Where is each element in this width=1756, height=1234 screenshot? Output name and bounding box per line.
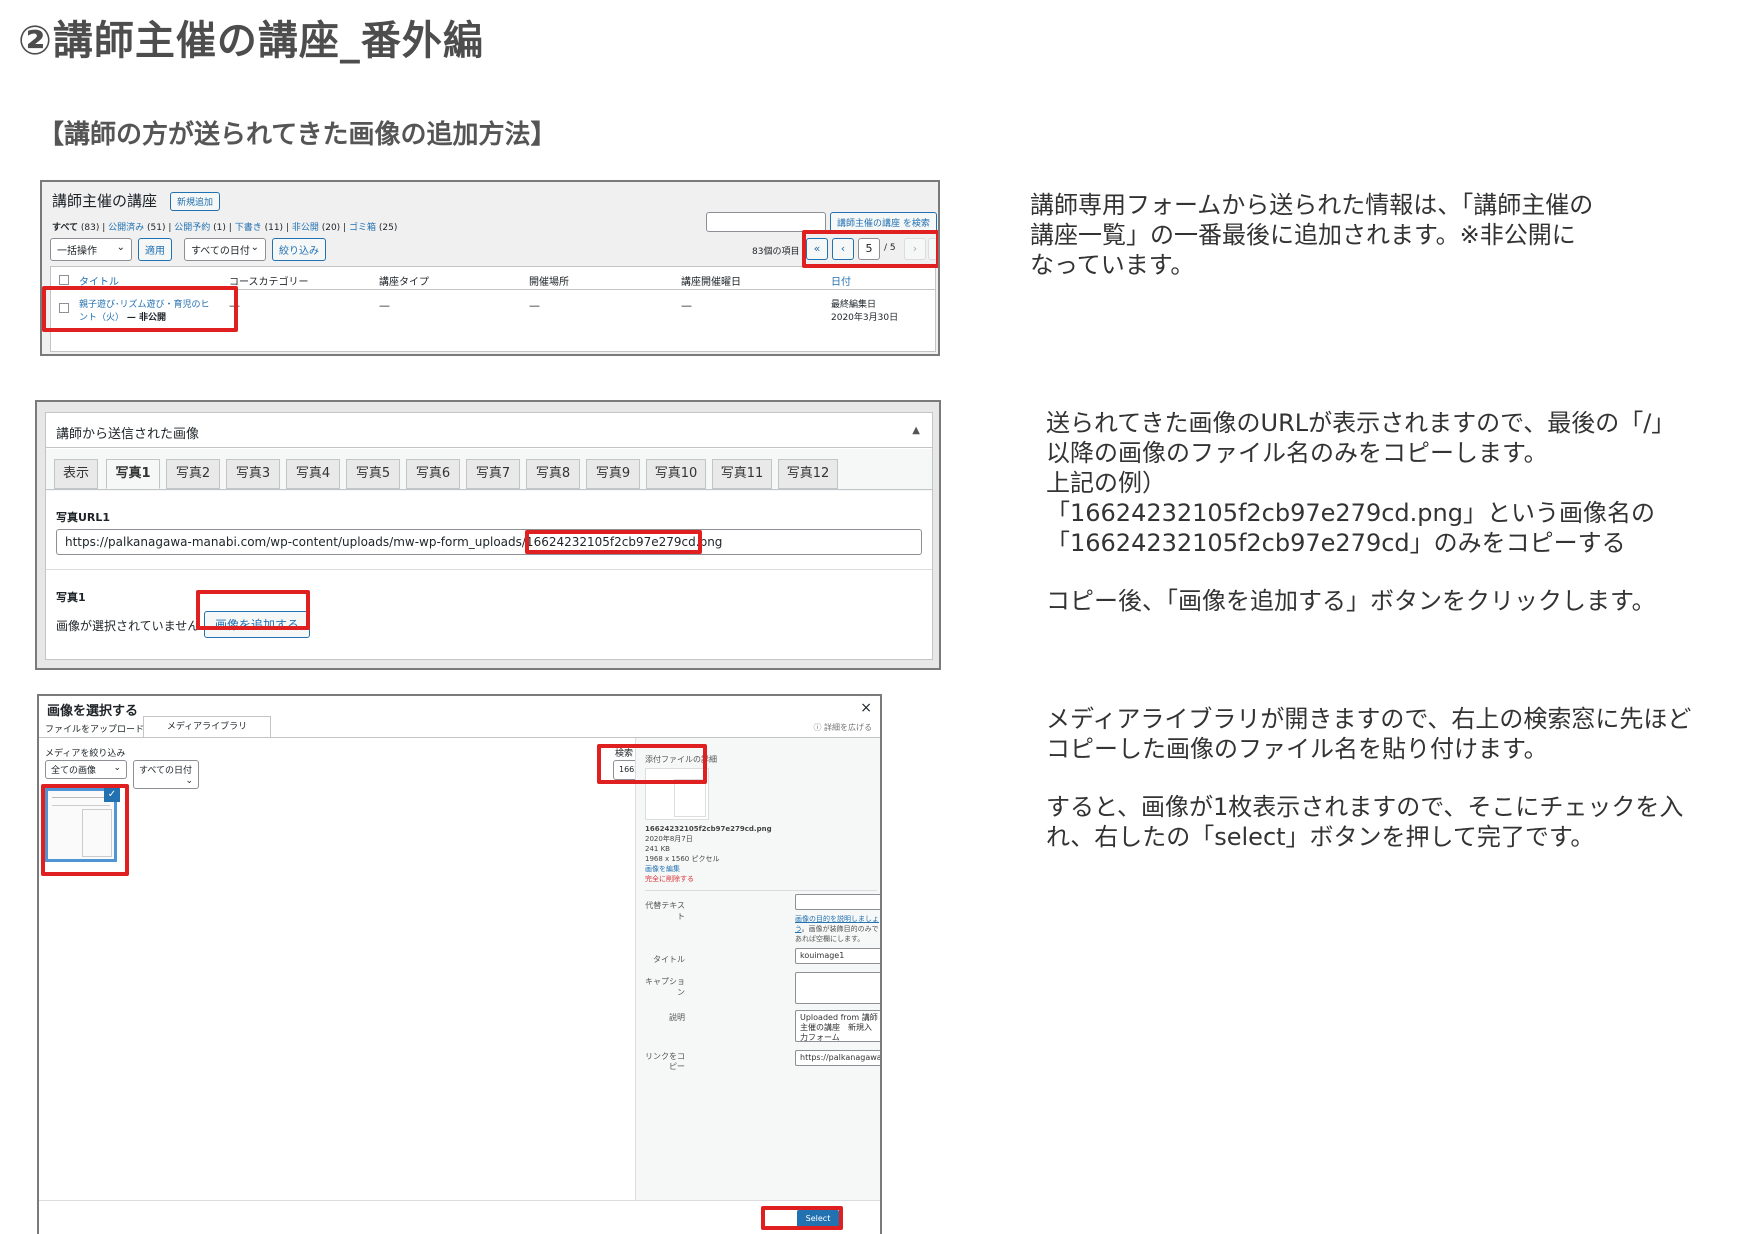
filter-scheduled[interactable]: 公開予約: [174, 223, 210, 233]
chevron-down-icon: ⌄: [185, 776, 193, 786]
copy-link-input[interactable]: https://palkanagawa-man: [795, 1050, 880, 1066]
step3-description: メディアライブラリが開きますので、右上の検索窓に先ほど コピーした画像のファイル…: [1046, 705, 1692, 851]
column-place: 開催場所: [529, 277, 569, 288]
add-new-button[interactable]: 新規追加: [170, 192, 221, 211]
filter-all[interactable]: すべて: [52, 223, 78, 233]
modal-title: 画像を選択する: [47, 704, 139, 719]
highlight-add-image: [196, 590, 310, 630]
title-input[interactable]: kouimage1: [795, 948, 880, 964]
select-all-checkbox[interactable]: [59, 275, 69, 285]
bulk-action-select[interactable]: 一括操作 ⌄: [50, 238, 132, 261]
tab-photo8[interactable]: 写真8: [526, 459, 580, 489]
tab-photo6[interactable]: 写真6: [406, 459, 460, 489]
metabox-panel: 講師から送信された画像 ▲ 表示 写真1 写真2 写真3 写真4 写真5 写真6…: [45, 412, 933, 660]
highlight-row-title: [42, 286, 238, 332]
caption-textarea[interactable]: [795, 972, 880, 1004]
url-label: 写真URL1: [56, 511, 111, 524]
attachment-date: 2020年8月7日: [645, 835, 693, 843]
filter-published[interactable]: 公開済み: [108, 223, 144, 233]
filter-draft[interactable]: 下書き: [235, 223, 262, 233]
tab-photo5[interactable]: 写真5: [346, 459, 400, 489]
highlight-search: [597, 744, 707, 784]
date-filter-select[interactable]: すべての日付 ⌄: [184, 238, 266, 261]
filter-button[interactable]: 絞り込み: [272, 238, 326, 261]
tab-photo9[interactable]: 写真9: [586, 459, 640, 489]
tab-view[interactable]: 表示: [54, 459, 98, 489]
modal-footer-divider: [39, 1200, 880, 1201]
sidebar-divider: [645, 890, 877, 891]
info-circle-icon: ⓘ: [813, 723, 822, 732]
filter-trash[interactable]: ゴミ箱: [349, 223, 376, 233]
tab-photo7[interactable]: 写真7: [466, 459, 520, 489]
column-type: 講座タイプ: [379, 277, 429, 288]
highlight-filename: [525, 530, 702, 554]
alt-text-help: 画像の目的を説明しましょう。画像が装飾目的のみであれば空欄にします。: [795, 915, 879, 943]
no-image-text: 画像が選択されていません: [56, 619, 200, 633]
chevron-down-icon: ⌄: [250, 242, 259, 253]
tabs-bottom-border: [46, 489, 932, 490]
filter-private[interactable]: 非公開: [292, 223, 319, 233]
list-heading: 講師主催の講座: [52, 192, 158, 210]
tab-upload[interactable]: ファイルをアップロード: [45, 722, 144, 735]
description-label: 説明: [669, 1013, 685, 1022]
post-search-input[interactable]: [706, 212, 826, 232]
photo-tabs: 表示 写真1 写真2 写真3 写真4 写真5 写真6 写真7 写真8 写真9 写…: [54, 459, 934, 489]
row-date: 最終編集日 2020年3月30日: [831, 300, 899, 323]
copy-link-label: リンクをコピー: [645, 1052, 685, 1071]
attachment-filename: 16624232105f2cb97e279cd.png: [645, 825, 772, 833]
column-weekday: 講座開催曜日: [681, 277, 741, 288]
title-label: タイトル: [653, 955, 685, 964]
description-textarea[interactable]: Uploaded from 講師主催の講座 新規入力フォーム: [795, 1010, 880, 1042]
delete-permanently-link[interactable]: 完全に削除する: [645, 874, 772, 884]
tab-photo1[interactable]: 写真1: [106, 459, 160, 489]
chevron-down-icon: ⌄: [113, 763, 121, 773]
row-weekday: —: [681, 299, 692, 312]
screenshot-media-modal: 画像を選択する × ファイルをアップロード メディアライブラリ ⓘ 詳細を広げる…: [37, 694, 882, 1234]
media-type-select[interactable]: 全ての画像 ⌄: [45, 760, 127, 779]
collapse-icon[interactable]: ▲: [912, 425, 920, 436]
page-title: ②講師主催の講座_番外編: [18, 18, 484, 64]
edit-image-link[interactable]: 画像を編集: [645, 864, 772, 874]
chevron-down-icon: ⌄: [116, 242, 125, 253]
step1-description: 講師専用フォームから送られた情報は、「講師主催の 講座一覧」の一番最後に追加され…: [1030, 191, 1594, 279]
screenshot-image-metabox: 講師から送信された画像 ▲ 表示 写真1 写真2 写真3 写真4 写真5 写真6…: [35, 400, 941, 670]
attachment-size: 241 KB: [645, 845, 670, 853]
caption-label: キャプション: [645, 977, 685, 997]
page-subtitle: 【講師の方が送られてきた画像の追加方法】: [38, 120, 557, 150]
attachment-dimensions: 1968 x 1560 ピクセル: [645, 855, 720, 863]
preview-box: [674, 779, 706, 817]
tab-photo12[interactable]: 写真12: [778, 459, 838, 489]
media-date-select[interactable]: すべての日付 ⌄: [133, 760, 199, 789]
media-filter-label: メディアを絞り込み: [45, 749, 126, 759]
screenshot-post-list: 講師主催の講座 新規追加 すべて (83) | 公開済み (51) | 公開予約…: [40, 180, 940, 356]
tab-media-library[interactable]: メディアライブラリ: [143, 716, 271, 738]
metabox-title: 講師から送信された画像: [56, 427, 200, 442]
photo-url-input[interactable]: https://palkanagawa-manabi.com/wp-conten…: [56, 529, 922, 555]
alt-text-input[interactable]: [795, 894, 880, 910]
close-icon[interactable]: ×: [860, 700, 872, 716]
section-divider: [46, 569, 932, 570]
highlight-thumbnail: [41, 784, 129, 876]
alt-text-label: 代替テキスト: [645, 901, 685, 921]
apply-button[interactable]: 適用: [138, 238, 172, 261]
expand-details[interactable]: ⓘ 詳細を広げる: [813, 722, 872, 733]
photo-label: 写真1: [56, 591, 86, 604]
highlight-pagination: [802, 230, 938, 268]
row-place: —: [529, 299, 540, 312]
column-category: コースカテゴリー: [229, 277, 309, 288]
metabox-divider: [46, 447, 932, 448]
status-filter-links: すべて (83) | 公開済み (51) | 公開予約 (1) | 下書き (1…: [52, 223, 398, 233]
items-count: 83個の項目: [752, 247, 800, 257]
step2-description: 送られてきた画像のURLが表示されますので、最後の「/」 以降の画像のファイル名…: [1046, 409, 1676, 615]
row-type: —: [379, 299, 390, 312]
tab-photo2[interactable]: 写真2: [166, 459, 220, 489]
highlight-select: [761, 1206, 843, 1230]
tab-photo4[interactable]: 写真4: [286, 459, 340, 489]
tab-photo10[interactable]: 写真10: [646, 459, 706, 489]
column-date[interactable]: 日付: [831, 273, 851, 288]
tab-photo3[interactable]: 写真3: [226, 459, 280, 489]
attachment-info: 16624232105f2cb97e279cd.png 2020年8月7日 24…: [645, 824, 772, 884]
tab-photo11[interactable]: 写真11: [712, 459, 772, 489]
